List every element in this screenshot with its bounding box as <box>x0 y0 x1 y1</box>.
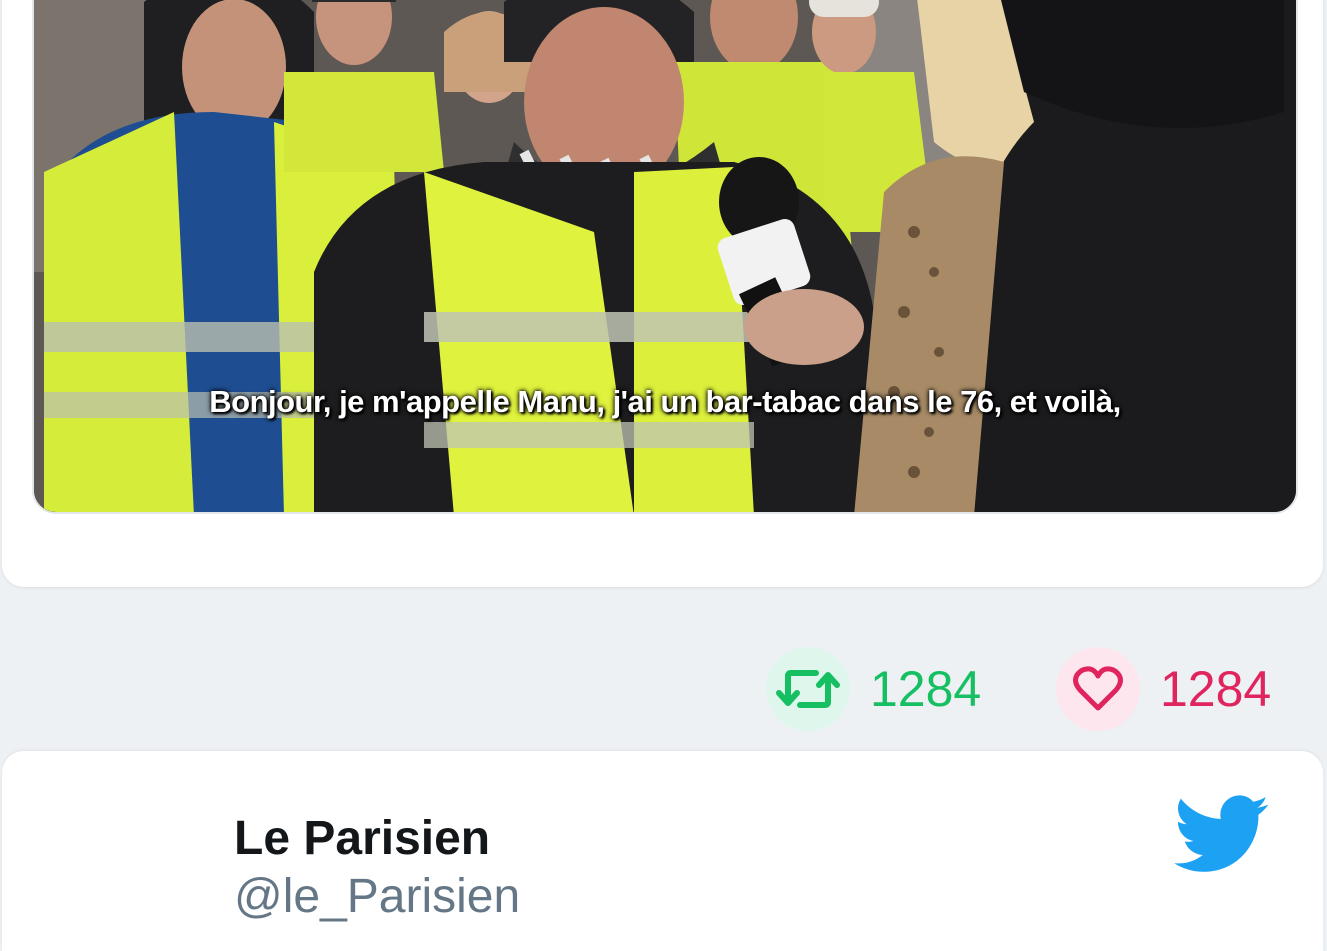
retweet-button[interactable]: 1284 <box>766 647 981 731</box>
retweet-count: 1284 <box>870 661 982 717</box>
like-icon-circle <box>1056 647 1140 731</box>
twitter-bird-icon <box>1174 795 1269 872</box>
video-subtitle: Bonjour, je m'appelle Manu, j'ai un bar-… <box>209 384 1121 419</box>
author-name[interactable]: Le Parisien <box>234 811 490 866</box>
twitter-logo[interactable] <box>1172 795 1272 880</box>
like-button[interactable]: 1284 <box>1056 647 1271 731</box>
video-scene <box>34 0 1296 512</box>
video-thumbnail[interactable]: Bonjour, je m'appelle Manu, j'ai un bar-… <box>32 0 1298 514</box>
author-handle[interactable]: @le_Parisien <box>234 869 520 924</box>
tweet-media-card: Bonjour, je m'appelle Manu, j'ai un bar-… <box>2 0 1323 587</box>
like-count: 1284 <box>1160 661 1272 717</box>
retweet-icon-circle <box>766 647 850 731</box>
tweet-actions: 1284 1284 <box>0 647 1327 731</box>
retweet-icon <box>776 670 840 708</box>
author-card: Le Parisien @le_Parisien <box>2 751 1323 951</box>
heart-icon <box>1073 666 1123 711</box>
